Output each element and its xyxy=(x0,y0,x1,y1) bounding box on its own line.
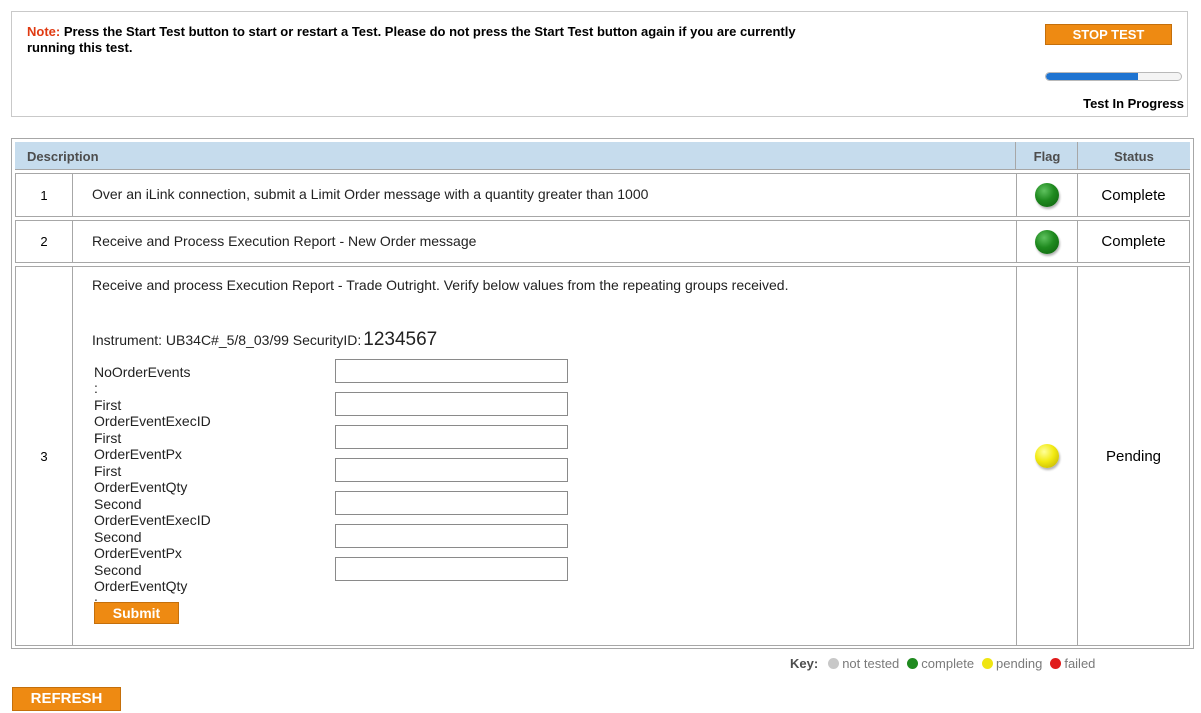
column-header-flag: Flag xyxy=(1033,149,1061,164)
key-label: complete xyxy=(921,656,975,671)
status-text: Pending xyxy=(1105,447,1162,465)
table-row: 2 Receive and Process Execution Report -… xyxy=(15,220,1190,263)
instrument-label: Instrument: UB34C#_5/8_03/99 SecurityID: xyxy=(92,332,362,348)
first-order-event-qty-input[interactable] xyxy=(335,458,568,482)
first-order-event-exec-id-input[interactable] xyxy=(335,392,568,416)
column-header-status: Status xyxy=(1114,149,1154,164)
key-title: Key: xyxy=(790,656,819,671)
second-order-event-px-input[interactable] xyxy=(335,524,568,548)
flag-cell xyxy=(1016,267,1078,645)
row-number: 3 xyxy=(16,267,73,645)
column-header-description: Description xyxy=(27,149,99,164)
step-description: Over an iLink connection, submit a Limit… xyxy=(92,186,649,202)
second-order-event-qty-input[interactable] xyxy=(335,557,568,581)
step-description: Receive and process Execution Report - T… xyxy=(92,277,789,293)
pending-dot-icon xyxy=(982,658,994,669)
status-key-legend: Key: not tested complete pending failed xyxy=(790,656,1200,671)
status-flag-yellow-icon xyxy=(1035,444,1059,468)
header-divider xyxy=(1015,142,1016,170)
failed-dot-icon xyxy=(1050,658,1062,669)
refresh-button[interactable]: REFRESH xyxy=(12,687,121,711)
status-text: Complete xyxy=(1101,186,1166,204)
note-text: Press the Start Test button to start or … xyxy=(27,24,796,55)
second-order-event-exec-id-input[interactable] xyxy=(335,491,568,515)
step-description: Receive and Process Execution Report - N… xyxy=(92,233,477,249)
row-number: 1 xyxy=(16,174,73,216)
table-header: Description Flag Status xyxy=(15,142,1190,170)
test-control-panel: Note: Press the Start Test button to sta… xyxy=(11,11,1188,117)
key-label: pending xyxy=(996,656,1043,671)
stop-test-button[interactable]: STOP TEST xyxy=(1045,24,1172,45)
key-label: failed xyxy=(1064,656,1096,671)
status-flag-green-icon xyxy=(1035,229,1059,254)
flag-cell xyxy=(1016,174,1078,216)
status-text: Complete xyxy=(1101,233,1166,250)
no-order-events-input[interactable] xyxy=(335,359,568,383)
progress-fill xyxy=(1046,73,1138,80)
status-flag-green-icon xyxy=(1035,183,1059,207)
row-number: 2 xyxy=(16,221,73,262)
instruction-note: Note: Press the Start Test button to sta… xyxy=(27,24,847,56)
flag-cell xyxy=(1016,221,1078,262)
complete-dot-icon xyxy=(907,658,919,669)
not-tested-dot-icon xyxy=(828,658,840,669)
instrument-line: Instrument: UB34C#_5/8_03/99 SecurityID:… xyxy=(92,329,437,351)
progress-label: Test In Progress xyxy=(1083,96,1184,111)
table-row: 1 Over an iLink connection, submit a Lim… xyxy=(15,173,1190,217)
key-label: not tested xyxy=(842,656,900,671)
table-row: 3 Receive and process Execution Report -… xyxy=(15,266,1190,646)
security-id: 1234567 xyxy=(363,329,438,350)
note-label: Note: xyxy=(27,24,61,39)
submit-button[interactable]: Submit xyxy=(94,602,179,624)
test-steps-table: Description Flag Status 1 Over an iLink … xyxy=(11,138,1194,649)
first-order-event-px-input[interactable] xyxy=(335,425,568,449)
test-progress-bar xyxy=(1045,72,1182,81)
field-label: NoOrderEvents : xyxy=(94,364,191,396)
